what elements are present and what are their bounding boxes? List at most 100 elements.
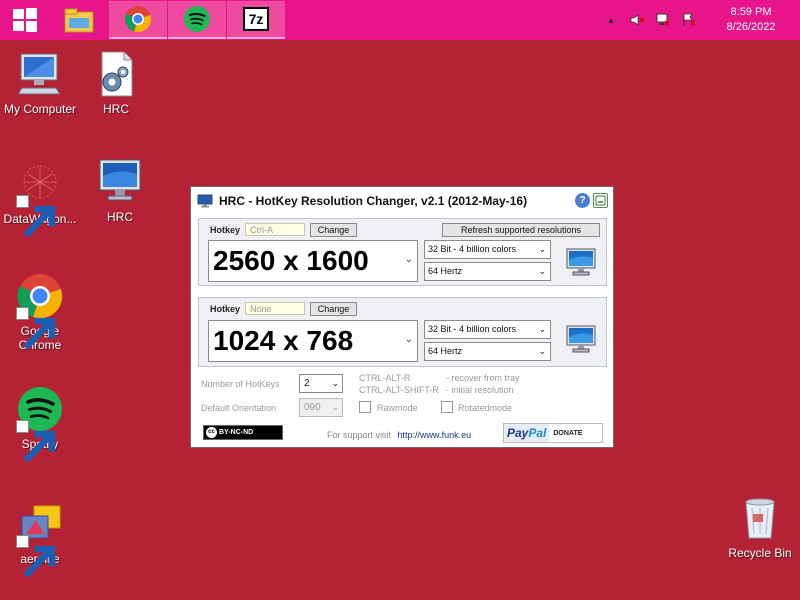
paypal-pal: Pal	[528, 426, 547, 440]
num-hotkeys-label: Number of HotKeys	[201, 379, 280, 389]
refresh-rate-select-1[interactable]: 64 Hertz ⌄	[424, 262, 551, 281]
color-depth-select-1[interactable]: 32 Bit - 4 billion colors ⌄	[424, 240, 551, 259]
rotatedmode-label: Rotatedmode	[458, 403, 513, 413]
shortcut-arrow-icon	[16, 420, 56, 463]
desktop-icon-aerolite[interactable]: aerolite	[0, 500, 80, 578]
taskbar-spotify[interactable]	[168, 1, 226, 39]
clock-time: 8:59 PM	[730, 6, 772, 18]
hrc-window: HRC - HotKey Resolution Changer, v2.1 (2…	[190, 186, 614, 448]
taskbar-file-explorer[interactable]	[50, 1, 108, 39]
show-hidden-icons-button[interactable]: ▲	[600, 9, 622, 31]
refresh-rate-select-2[interactable]: 64 Hertz ⌄	[424, 342, 551, 361]
license-text: BY-NC-ND	[219, 429, 254, 436]
chevron-down-icon: ⌄	[538, 266, 546, 276]
window-controls: ? ×	[575, 193, 608, 208]
paypal-pay: Pay	[507, 426, 529, 440]
chrome-icon	[124, 6, 152, 33]
start-button[interactable]	[0, 0, 50, 40]
refresh-rate-value: 64 Hertz	[428, 266, 463, 276]
apply-resolution-2-monitor-icon[interactable]	[565, 323, 597, 355]
hotkey-field-1[interactable]: Ctrl-A	[245, 223, 305, 236]
chevron-down-icon: ⌄	[538, 324, 546, 334]
clock[interactable]: 8:59 PM 8/26/2022	[702, 5, 800, 35]
system-tray: ▲ 8:59 PM 8/26/2022	[598, 0, 800, 40]
desktop-icon-hrc-file[interactable]: HRC	[76, 50, 156, 116]
shortcut-arrow-icon	[16, 307, 56, 350]
license-badge[interactable]: cc BY-NC-ND	[203, 425, 283, 440]
resolution-value: 2560 x 1600	[213, 245, 369, 276]
hotkey-label: Hotkey	[210, 225, 241, 235]
shortcut-initial-keys: CTRL-ALT-SHIFT-R	[359, 385, 439, 395]
resolution-value: 1024 x 768	[213, 325, 354, 356]
windows-logo-icon	[13, 8, 37, 32]
hrc-app-icon	[197, 194, 213, 208]
shortcut-arrow-icon	[16, 195, 56, 238]
change-hotkey-button-1[interactable]: Change	[310, 223, 357, 237]
paypal-donate-button[interactable]: PayPal DONATE	[503, 423, 603, 443]
support-link[interactable]: http://www.funk.eu	[398, 430, 472, 440]
7zip-label: 7z	[248, 11, 264, 27]
recycle-bin-icon	[745, 498, 775, 539]
action-center-flag-icon[interactable]	[678, 9, 700, 31]
refresh-resolutions-button[interactable]: Refresh supported resolutions	[442, 223, 600, 237]
minimize-to-tray-icon	[595, 195, 606, 206]
desktop-icon-spotify[interactable]: Spotify	[0, 385, 80, 463]
chevron-down-icon: ⌄	[538, 346, 546, 356]
network-icon[interactable]	[652, 9, 674, 31]
color-depth-select-2[interactable]: 32 Bit - 4 billion colors ⌄	[424, 320, 551, 339]
shortcut-recover-desc: - recover from tray	[446, 373, 520, 383]
rawmode-checkbox[interactable]	[359, 401, 371, 413]
resolution-profile-2: Hotkey None Change 1024 x 768 ⌄ 32 Bit -…	[198, 297, 607, 367]
chevron-down-icon: ⌄	[404, 254, 413, 265]
taskbar-chrome[interactable]	[109, 1, 167, 39]
rotatedmode-checkbox[interactable]	[441, 401, 453, 413]
support-text: For support visit http://www.funk.eu	[327, 430, 471, 440]
taskbar-7zip[interactable]: 7z	[227, 1, 285, 39]
shortcut-initial-desc: - initial resolution	[446, 385, 514, 395]
desktop-icon-label: Recycle Bin	[728, 546, 792, 560]
tray-arrow-icon: ▲	[607, 15, 615, 25]
orientation-select[interactable]: 090 ⌄	[299, 398, 343, 417]
desktop-icon-label: HRC	[107, 210, 133, 224]
help-icon: ?	[579, 195, 586, 206]
chevron-down-icon: ⌄	[538, 244, 546, 254]
num-hotkeys-value: 2	[304, 378, 310, 389]
desktop-icon-datawagon[interactable]: DataWagon...	[0, 160, 80, 238]
taskbar: 7z ▲ 8:59 PM 8/26/2022	[0, 0, 800, 40]
hotkey-field-2[interactable]: None	[245, 302, 305, 315]
desktop-icon-recycle-bin[interactable]: Recycle Bin	[718, 494, 800, 560]
change-hotkey-button-2[interactable]: Change	[310, 302, 357, 316]
spotify-icon	[184, 6, 210, 32]
clock-date: 8/26/2022	[726, 21, 776, 33]
desktop-icon-hrc-app[interactable]: HRC	[80, 158, 160, 224]
donate-label: DONATE	[553, 429, 583, 437]
resolution-select-1[interactable]: 2560 x 1600 ⌄	[208, 240, 418, 282]
window-title-bar[interactable]: HRC - HotKey Resolution Changer, v2.1 (2…	[191, 187, 613, 215]
desktop-icon-google-chrome[interactable]: Google Chrome	[0, 272, 80, 352]
color-depth-value: 32 Bit - 4 billion colors	[428, 244, 517, 254]
resolution-profile-1: Hotkey Ctrl-A Change Refresh supported r…	[198, 218, 607, 286]
desktop-icon-label: HRC	[103, 102, 129, 116]
minimize-to-tray-button[interactable]	[593, 193, 608, 208]
shortcut-recover-keys: CTRL-ALT-R	[359, 373, 411, 383]
color-depth-value: 32 Bit - 4 billion colors	[428, 324, 517, 334]
desktop-icon-my-computer[interactable]: My Computer	[0, 50, 80, 116]
desktop-icon-label: My Computer	[3, 102, 77, 116]
refresh-rate-value: 64 Hertz	[428, 346, 463, 356]
creative-commons-icon: cc	[206, 427, 217, 438]
config-file-icon	[101, 51, 133, 97]
resolution-select-2[interactable]: 1024 x 768 ⌄	[208, 320, 418, 362]
apply-resolution-1-monitor-icon[interactable]	[565, 246, 597, 278]
paypal-logo: PayPal	[504, 424, 550, 442]
monitor-icon	[99, 159, 141, 201]
shortcut-arrow-icon	[16, 535, 56, 578]
hotkey-label: Hotkey	[210, 304, 241, 314]
num-hotkeys-select[interactable]: 2 ⌄	[299, 374, 343, 393]
volume-muted-icon[interactable]	[626, 9, 648, 31]
chevron-down-icon: ⌄	[331, 378, 339, 388]
folder-icon	[64, 8, 94, 33]
help-button[interactable]: ?	[575, 193, 590, 208]
7zip-icon: 7z	[243, 7, 269, 31]
chevron-down-icon: ⌄	[331, 402, 339, 412]
support-label: For support visit	[327, 430, 392, 440]
